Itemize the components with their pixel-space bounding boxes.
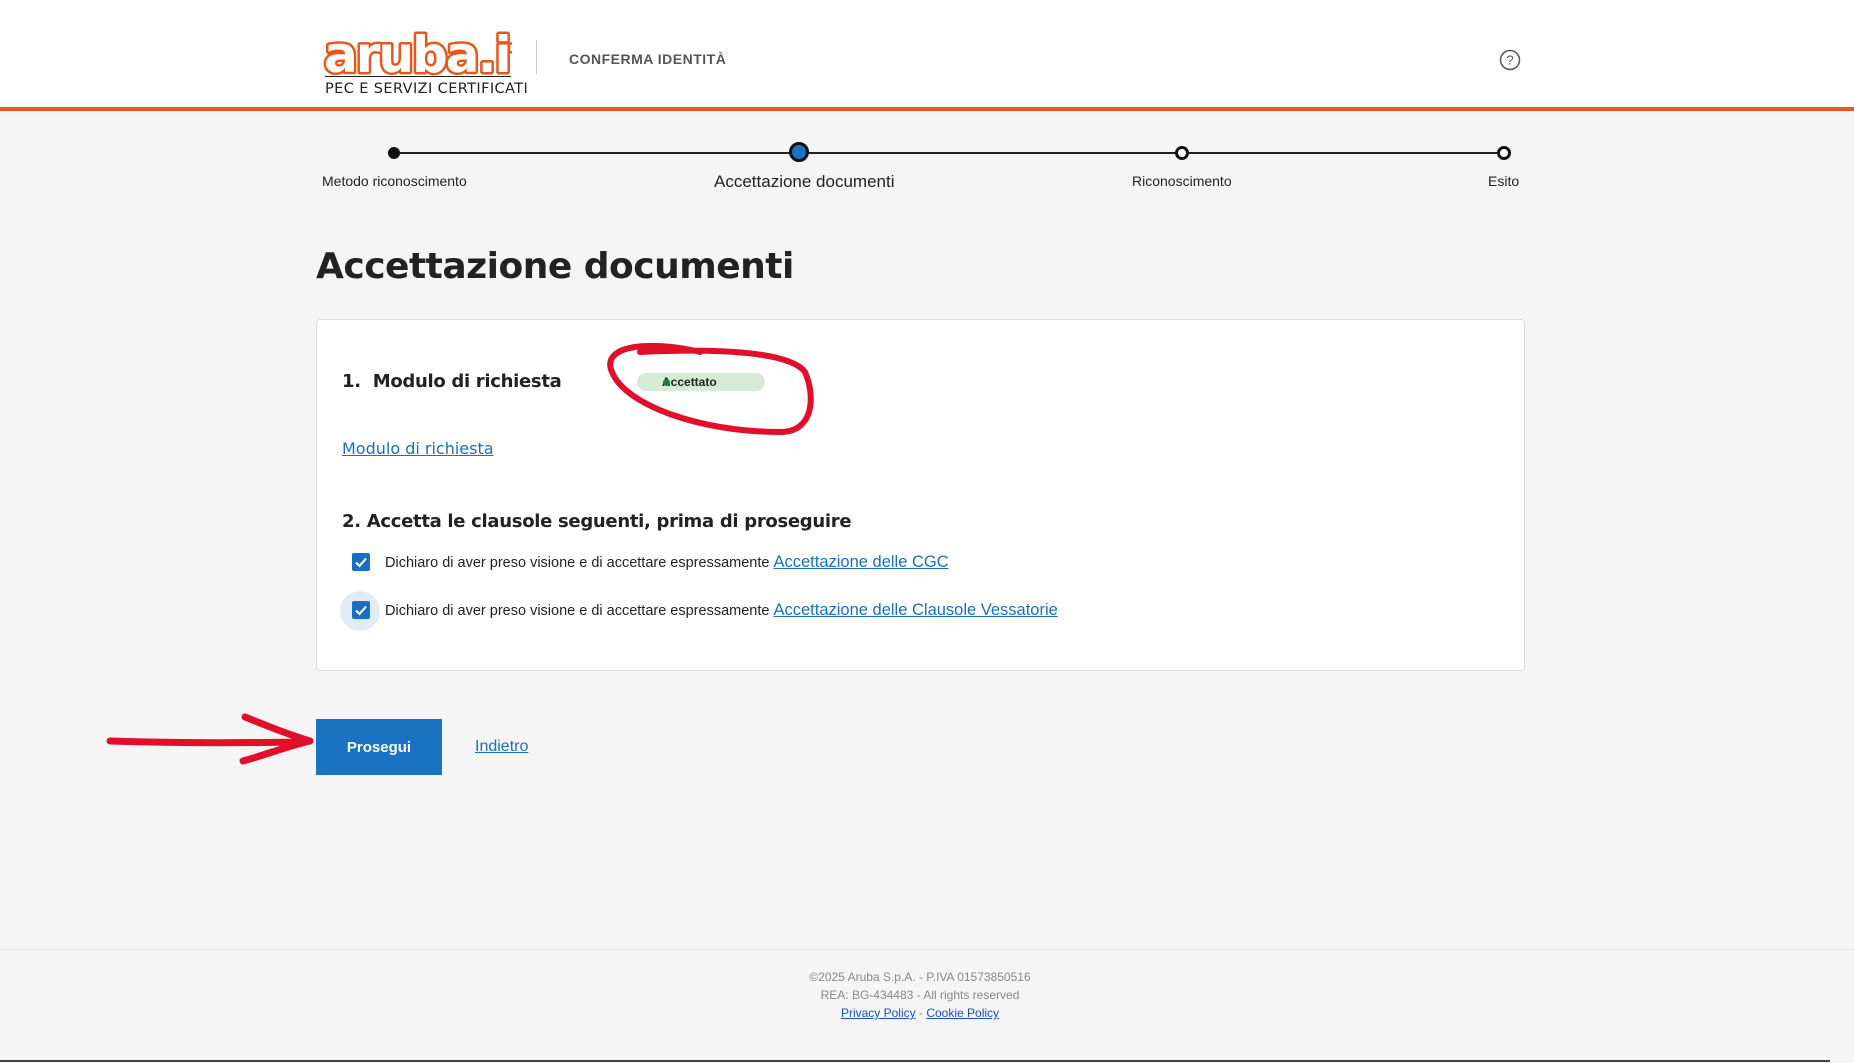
prosegui-button[interactable]: Prosegui: [316, 719, 442, 775]
help-circle-icon[interactable]: ?: [1499, 49, 1521, 71]
step-dot-pending: [1497, 146, 1511, 160]
status-badge: Accettato: [637, 373, 765, 391]
step-dot-active: [789, 142, 809, 162]
footer-copyright: ©2025 Aruba S.p.A. - P.IVA 01573850516: [809, 970, 1031, 984]
modulo-richiesta-link[interactable]: Modulo di richiesta: [342, 439, 494, 458]
annotation-arrow: [106, 713, 314, 765]
section-2-heading: 2. Accetta le clausole seguenti, prima d…: [342, 511, 852, 532]
footer-links: Privacy Policy - Cookie Policy: [0, 1004, 1840, 1022]
cgc-link[interactable]: Accettazione delle CGC: [773, 553, 948, 571]
checkmark-icon: [355, 605, 367, 616]
step-label-metodo: Metodo riconoscimento: [322, 173, 467, 189]
cookie-policy-link[interactable]: Cookie Policy: [926, 1006, 999, 1020]
section-2-number: 2.: [342, 511, 361, 532]
status-badge-label: Accettato: [662, 375, 717, 389]
privacy-policy-link[interactable]: Privacy Policy: [841, 1006, 916, 1020]
stepper-line-2: [806, 152, 1176, 154]
header: aruba.it aruba.it PEC E SERVIZI CERTIFIC…: [0, 0, 1854, 111]
step-label-accettazione: Accettazione documenti: [714, 172, 895, 191]
logo-divider: [325, 76, 511, 77]
stepper-line-1: [400, 152, 794, 154]
page-title: Accettazione documenti: [316, 246, 794, 287]
indietro-link[interactable]: Indietro: [475, 738, 528, 756]
footer-divider: [0, 949, 1854, 950]
stepper-line-3: [1188, 152, 1498, 154]
footer-link-separator: -: [918, 1006, 923, 1020]
step-label-riconoscimento: Riconoscimento: [1132, 173, 1232, 189]
step-label-esito: Esito: [1488, 173, 1520, 189]
accept-vessatorie-checkbox[interactable]: [352, 601, 370, 619]
accept-cgc-text: Dichiaro di aver preso visione e di acce…: [385, 555, 770, 571]
logo-subtitle: PEC E SERVIZI CERTIFICATI: [325, 81, 529, 97]
status-dot-icon: [663, 379, 670, 386]
header-separator: [536, 40, 537, 74]
section-1-title: Modulo di richiesta: [372, 371, 562, 392]
bottom-border: [0, 1060, 1830, 1062]
section-2-title: Accetta le clausole seguenti, prima di p…: [366, 511, 852, 532]
section-1-heading: 1. Modulo di richiesta: [342, 371, 562, 392]
header-title: CONFERMA IDENTITÀ: [569, 51, 727, 67]
footer-rea: REA: BG-434483 - All rights reserved: [820, 988, 1020, 1002]
checkmark-icon: [355, 557, 367, 568]
accept-cgc-checkbox[interactable]: [352, 553, 370, 571]
step-dot-pending: [1175, 146, 1189, 160]
accept-vessatorie-text: Dichiaro di aver preso visione e di acce…: [385, 603, 770, 619]
accept-cgc-label: Dichiaro di aver preso visione e di acce…: [385, 553, 949, 572]
vessatorie-link[interactable]: Accettazione delle Clausole Vessatorie: [773, 601, 1057, 619]
step-dot-completed: [388, 147, 400, 159]
section-1-number: 1.: [342, 371, 361, 392]
footer: ©2025 Aruba S.p.A. - P.IVA 01573850516 R…: [0, 968, 1840, 1022]
accept-vessatorie-label: Dichiaro di aver preso visione e di acce…: [385, 601, 1058, 620]
svg-text:?: ?: [1506, 53, 1513, 68]
